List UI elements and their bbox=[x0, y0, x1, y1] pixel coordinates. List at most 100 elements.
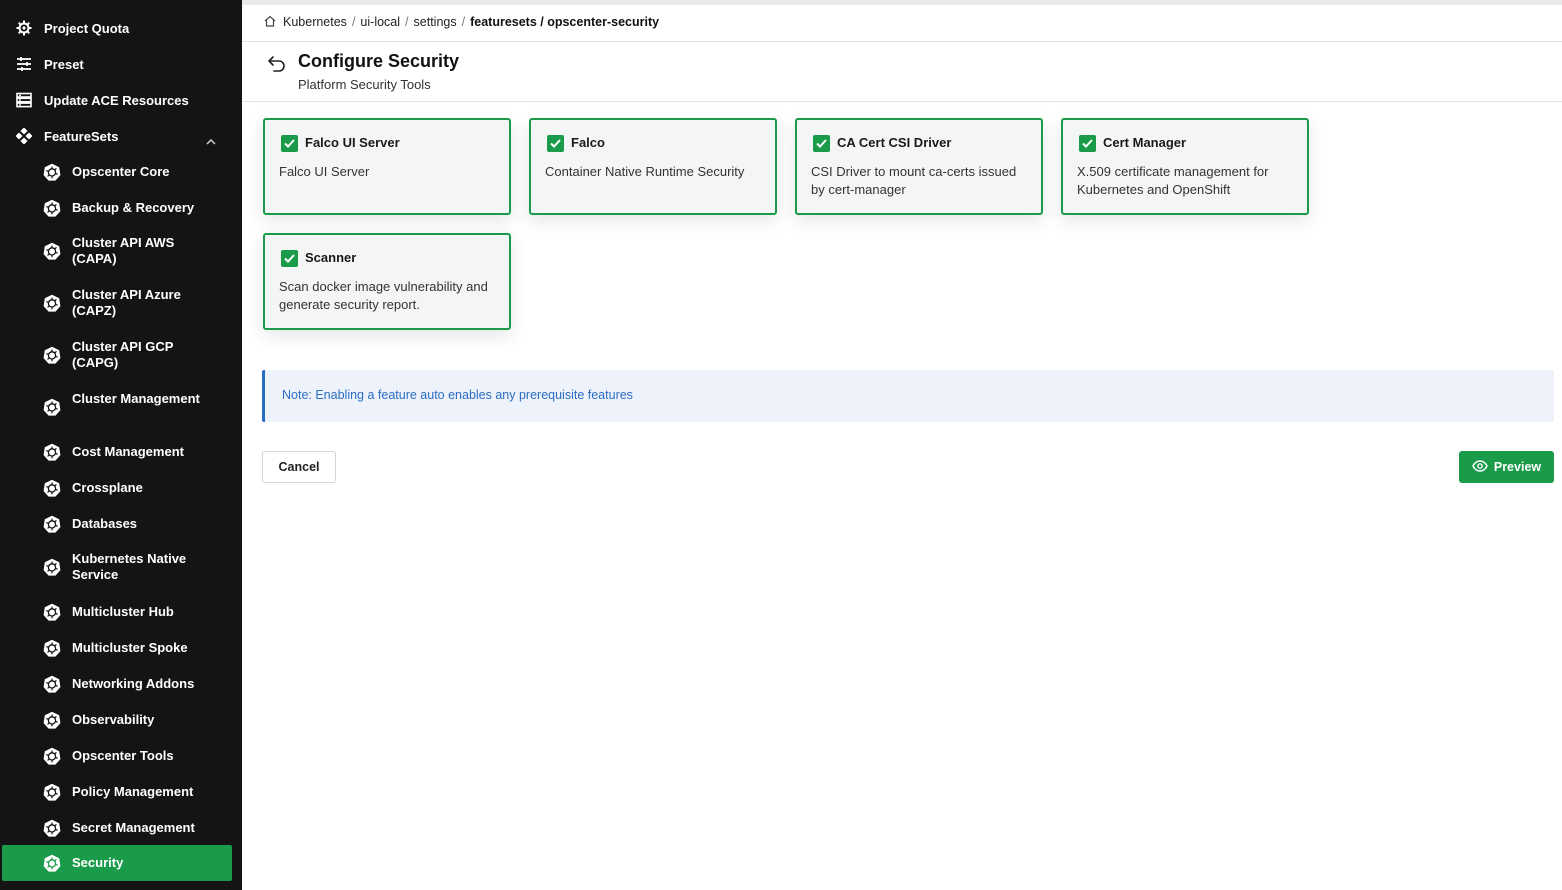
kubernetes-icon bbox=[43, 711, 61, 729]
sidebar-item-label: Security bbox=[72, 855, 124, 870]
feature-card[interactable]: CA Cert CSI Driver CSI Driver to mount ca… bbox=[795, 118, 1043, 215]
sidebar-item-cluster-management[interactable]: Cluster Management bbox=[0, 391, 242, 423]
back-button[interactable] bbox=[264, 53, 288, 77]
breadcrumb-ui-local[interactable]: ui-local bbox=[360, 15, 400, 29]
kubernetes-icon bbox=[43, 346, 61, 364]
sidebar-item-databases[interactable]: Databases bbox=[0, 515, 242, 533]
divider bbox=[242, 41, 1562, 42]
kubernetes-icon bbox=[43, 242, 61, 260]
sidebar-item-project-quota[interactable]: Project Quota bbox=[0, 19, 242, 37]
info-note: Note: Enabling a feature auto enables an… bbox=[262, 370, 1554, 422]
sidebar-item-preset[interactable]: Preset bbox=[0, 55, 242, 73]
feature-card[interactable]: Cert Manager X.509 certificate management… bbox=[1061, 118, 1309, 215]
sidebar-item-opscenter-core[interactable]: Opscenter Core bbox=[0, 163, 242, 181]
sidebar-item-label: Cluster API AWS (CAPA) bbox=[72, 235, 175, 266]
kubernetes-icon bbox=[43, 819, 61, 837]
sidebar-item-label: Update ACE Resources bbox=[44, 92, 189, 108]
sidebar-item-featuresets[interactable]: FeatureSets bbox=[0, 127, 242, 145]
sidebar-item-cluster-api-azure-capz[interactable]: Cluster API Azure (CAPZ) bbox=[0, 287, 242, 319]
breadcrumb-separator: / bbox=[461, 15, 466, 29]
page-title: Configure Security bbox=[298, 51, 460, 71]
kubernetes-icon bbox=[43, 479, 61, 497]
kubernetes-icon bbox=[43, 163, 61, 181]
breadcrumb-current: featuresets / opscenter-security bbox=[470, 15, 660, 29]
feature-title: CA Cert CSI Driver bbox=[837, 135, 952, 150]
kubernetes-icon bbox=[43, 603, 61, 621]
sidebar-item-update-ace-resources[interactable]: Update ACE Resources bbox=[0, 91, 242, 109]
sidebar-item-networking-addons[interactable]: Networking Addons bbox=[0, 675, 242, 693]
feature-title: Falco UI Server bbox=[305, 135, 400, 150]
kubernetes-icon bbox=[43, 639, 61, 657]
feature-description: Falco UI Server bbox=[279, 164, 370, 179]
kubernetes-icon bbox=[43, 747, 61, 765]
preview-button-label: Preview bbox=[1493, 460, 1542, 474]
feature-description: Container Native Runtime Security bbox=[545, 164, 745, 179]
sidebar-item-label: Observability bbox=[72, 712, 155, 727]
sidebar-item-label: Multicluster Spoke bbox=[72, 640, 188, 655]
eye-icon bbox=[1472, 459, 1488, 475]
server-icon bbox=[16, 92, 32, 108]
sidebar-item-label: Policy Management bbox=[72, 784, 194, 799]
breadcrumb: Kubernetes / ui-local / settings / featu… bbox=[264, 15, 659, 29]
sidebar-item-multicluster-hub[interactable]: Multicluster Hub bbox=[0, 603, 242, 621]
sidebar-item-backup-recovery[interactable]: Backup & Recovery bbox=[0, 199, 242, 217]
sidebar-item-cluster-api-aws-capa[interactable]: Cluster API AWS (CAPA) bbox=[0, 235, 242, 267]
sidebar-item-label: Cluster API GCP (CAPG) bbox=[72, 339, 174, 370]
sidebar-item-security[interactable]: Security bbox=[2, 845, 232, 881]
cancel-button[interactable]: Cancel bbox=[262, 451, 336, 483]
sidebar-item-kubernetes-native-service[interactable]: Kubernetes Native Service bbox=[0, 551, 242, 583]
feature-card[interactable]: Falco UI Server Falco UI Server bbox=[263, 118, 511, 215]
sidebar-item-label: Opscenter Tools bbox=[72, 748, 174, 763]
sidebar-item-label: Kubernetes Native Service bbox=[72, 551, 187, 582]
kubernetes-icon bbox=[43, 199, 61, 217]
breadcrumb-separator: / bbox=[351, 15, 356, 29]
sidebar-item-label: Cluster API Azure (CAPZ) bbox=[72, 287, 181, 318]
feature-checkbox[interactable] bbox=[1079, 135, 1096, 152]
sidebar-item-secret-management[interactable]: Secret Management bbox=[0, 819, 242, 837]
kubernetes-icon bbox=[43, 443, 61, 461]
breadcrumb-kubernetes[interactable]: Kubernetes bbox=[283, 15, 347, 29]
page-subtitle: Platform Security Tools bbox=[298, 77, 431, 92]
feature-checkbox[interactable] bbox=[813, 135, 830, 152]
chevron-up-icon[interactable] bbox=[206, 133, 216, 148]
sidebar-item-policy-management[interactable]: Policy Management bbox=[0, 783, 242, 801]
feature-title: Cert Manager bbox=[1103, 135, 1187, 150]
sidebar-item-label: Crossplane bbox=[72, 480, 143, 495]
breadcrumb-settings[interactable]: settings bbox=[414, 15, 457, 29]
feature-card[interactable]: Scanner Scan docker image vulnerability a… bbox=[263, 233, 511, 330]
top-bar bbox=[242, 0, 1562, 5]
kubernetes-icon bbox=[43, 515, 61, 533]
kubernetes-icon bbox=[43, 854, 61, 872]
breadcrumb-separator: / bbox=[405, 15, 409, 29]
feature-checkbox[interactable] bbox=[281, 135, 298, 152]
info-note-text: Note: Enabling a feature auto enables an… bbox=[282, 388, 633, 402]
preview-button[interactable]: Preview bbox=[1459, 451, 1554, 483]
kubernetes-icon bbox=[43, 294, 61, 312]
feature-description: X.509 certificate management for Kuberne… bbox=[1077, 164, 1269, 197]
feature-description: Scan docker image vulnerability and gene… bbox=[279, 279, 488, 312]
sidebar-item-label: Preset bbox=[44, 56, 84, 72]
sidebar-item-crossplane[interactable]: Crossplane bbox=[0, 479, 242, 497]
sidebar-item-cost-management[interactable]: Cost Management bbox=[0, 443, 242, 461]
sidebar-item-label: FeatureSets bbox=[44, 128, 119, 144]
kubernetes-icon bbox=[43, 675, 61, 693]
feature-title: Falco bbox=[571, 135, 605, 150]
feature-checkbox[interactable] bbox=[547, 135, 564, 152]
back-arrow-icon bbox=[266, 54, 286, 77]
feature-card[interactable]: Falco Container Native Runtime Security bbox=[529, 118, 777, 215]
sidebar-item-label: Opscenter Core bbox=[72, 164, 170, 179]
sidebar-item-opscenter-tools[interactable]: Opscenter Tools bbox=[0, 747, 242, 765]
sliders-icon bbox=[16, 56, 32, 72]
sidebar-item-multicluster-spoke[interactable]: Multicluster Spoke bbox=[0, 639, 242, 657]
sidebar-item-label: Multicluster Hub bbox=[72, 604, 174, 619]
feature-checkbox[interactable] bbox=[281, 250, 298, 267]
sidebar-item-label: Databases bbox=[72, 516, 138, 531]
sidebar-item-label: Networking Addons bbox=[72, 676, 195, 691]
kubernetes-icon bbox=[43, 398, 61, 416]
sidebar-item-observability[interactable]: Observability bbox=[0, 711, 242, 729]
sidebar-item-label: Secret Management bbox=[72, 820, 195, 835]
sidebar-item-cluster-api-gcp-capg[interactable]: Cluster API GCP (CAPG) bbox=[0, 339, 242, 371]
sidebar-item-label: Backup & Recovery bbox=[72, 200, 195, 215]
sidebar-item-label: Cluster Management bbox=[72, 391, 200, 406]
home-icon[interactable] bbox=[264, 15, 278, 29]
